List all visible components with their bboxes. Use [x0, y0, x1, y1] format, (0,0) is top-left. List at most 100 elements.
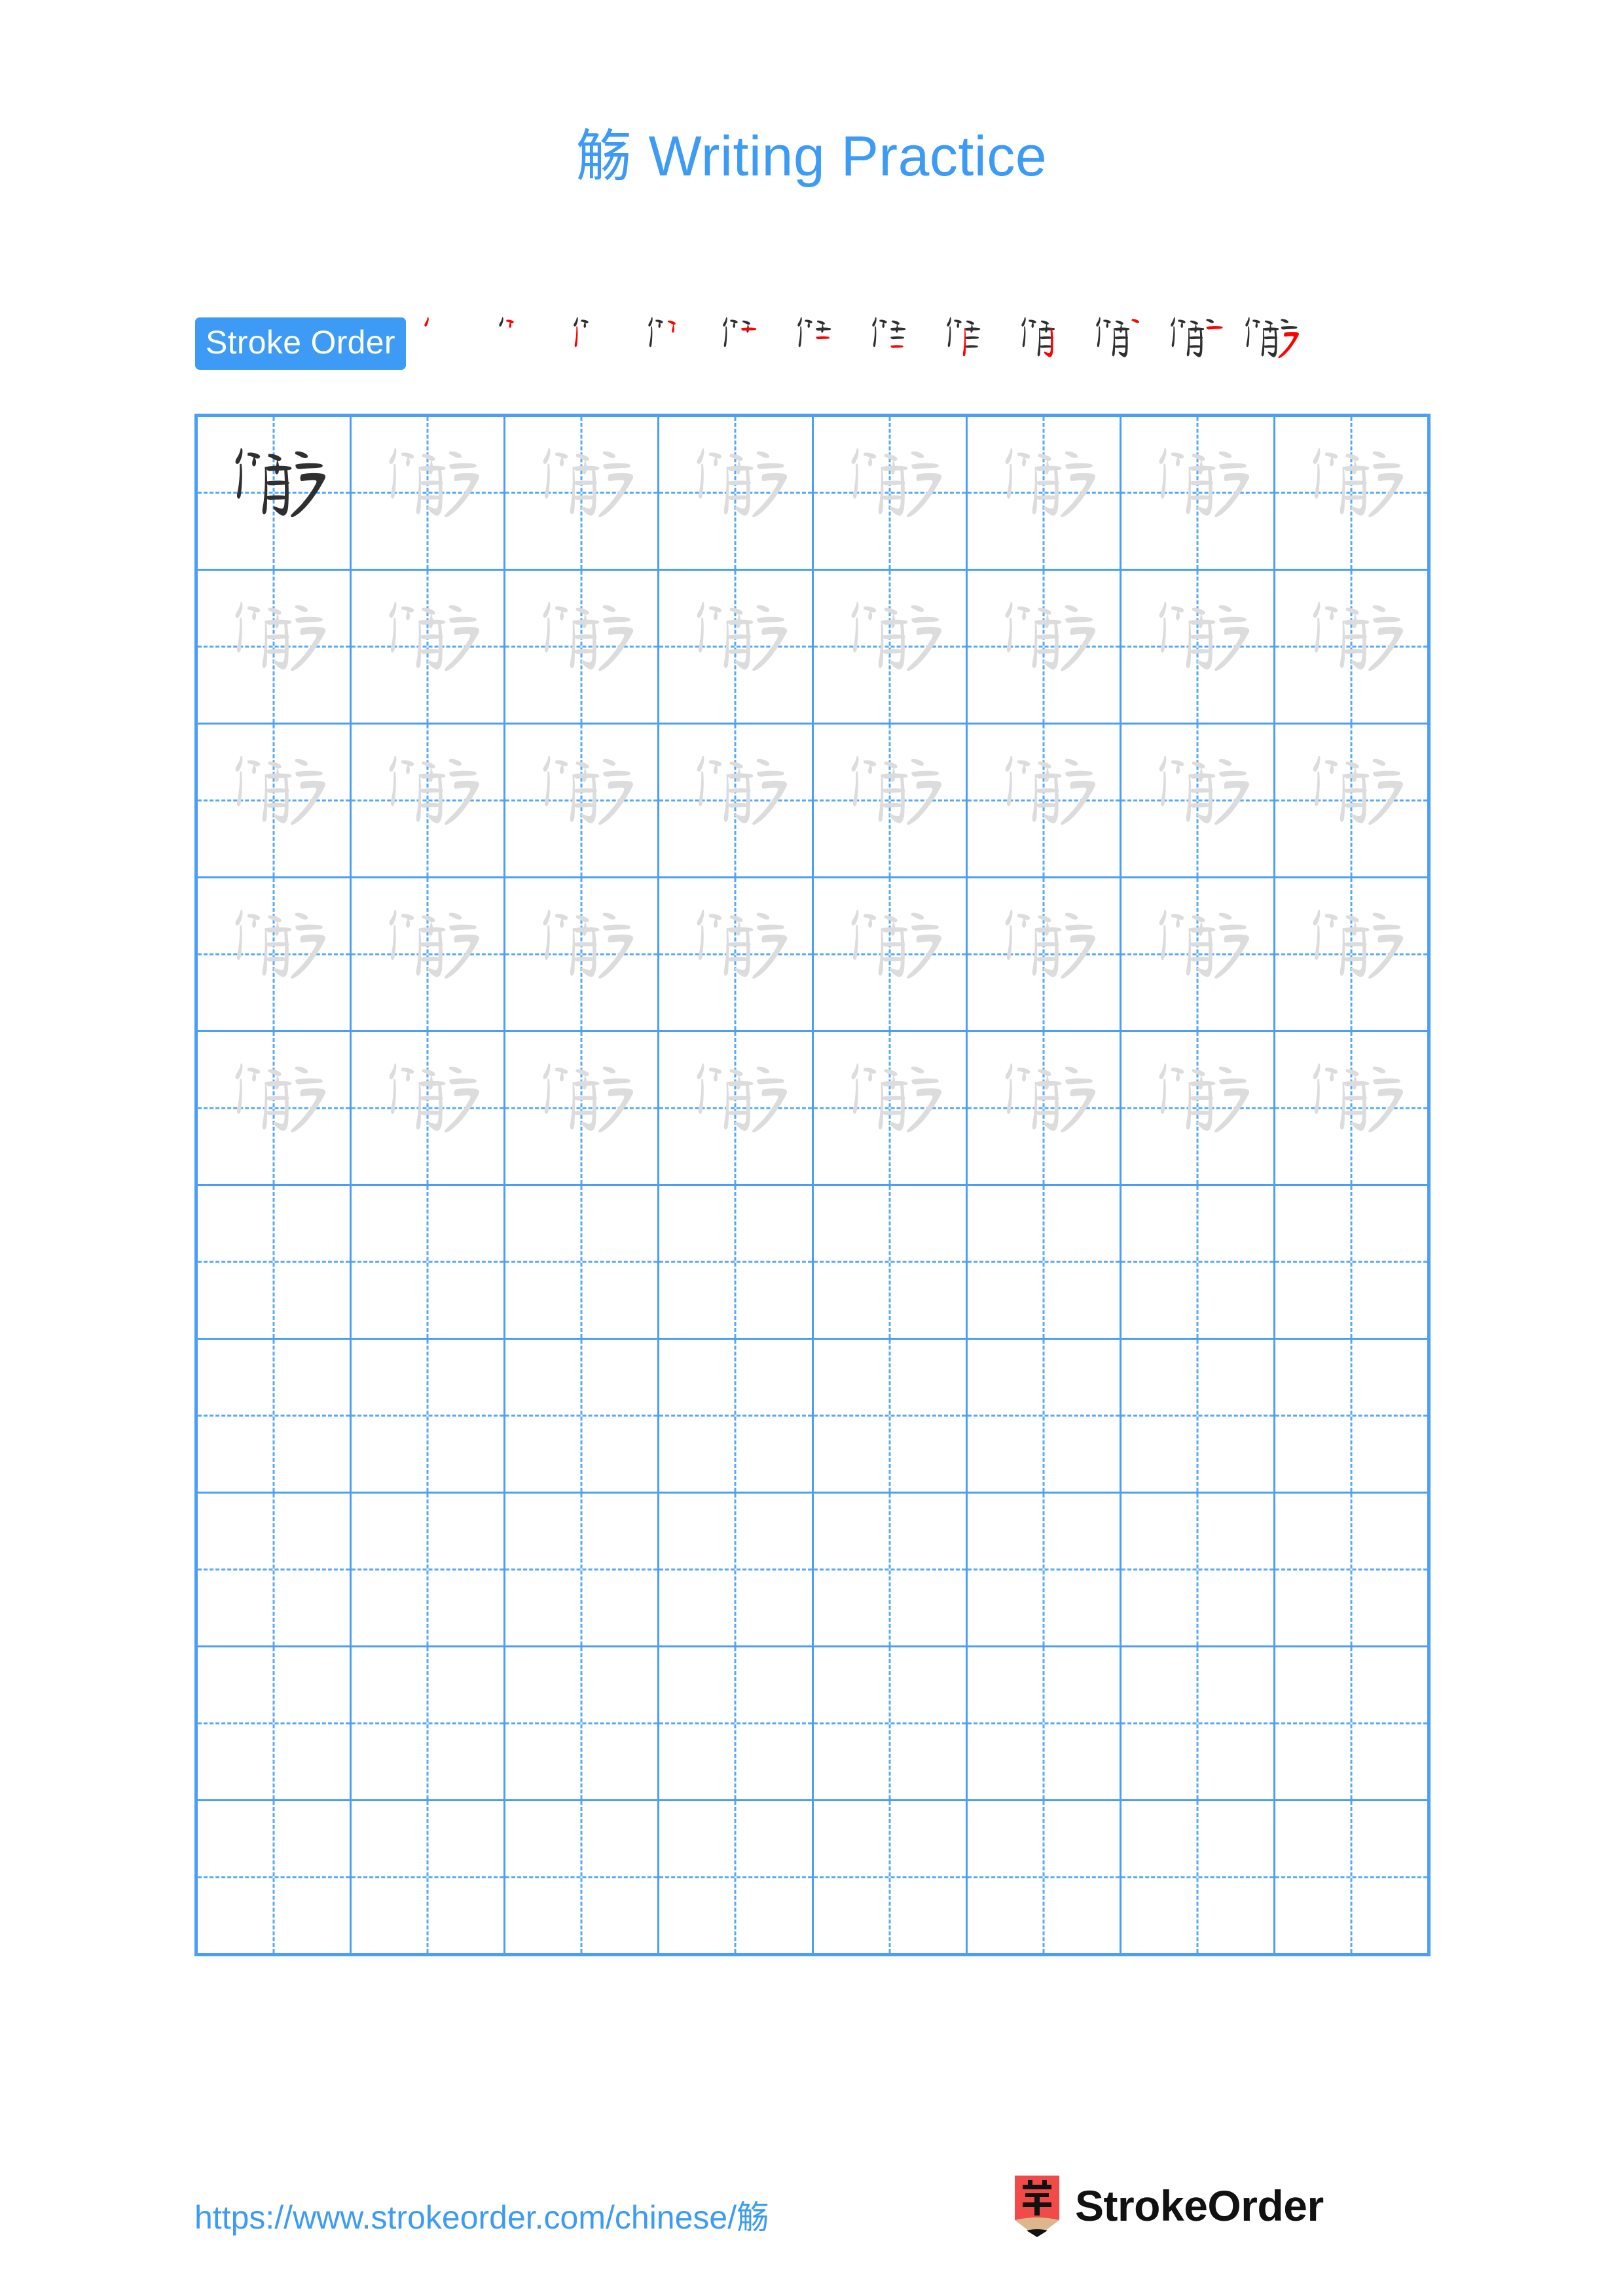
cell-horizontal-guide	[352, 1722, 504, 1725]
practice-cell-r7-c7[interactable]	[1121, 1340, 1275, 1492]
practice-cell-r6-c1[interactable]	[198, 1186, 352, 1338]
practice-cell-r5-c1[interactable]	[198, 1032, 352, 1184]
practice-cell-r3-c5[interactable]	[813, 725, 968, 876]
practice-cell-r1-c7[interactable]	[1121, 417, 1275, 569]
practice-cell-r9-c7[interactable]	[1121, 1647, 1275, 1799]
stroke-order-step-2	[484, 305, 559, 382]
practice-cell-r5-c3[interactable]	[505, 1032, 660, 1184]
practice-cell-r10-c6[interactable]	[967, 1801, 1122, 1953]
practice-cell-r8-c2[interactable]	[352, 1494, 506, 1645]
practice-cell-r8-c4[interactable]	[659, 1494, 814, 1645]
practice-cell-r3-c6[interactable]	[967, 725, 1122, 876]
trace-character	[659, 878, 811, 1030]
practice-cell-r7-c1[interactable]	[198, 1340, 352, 1492]
practice-cell-r6-c7[interactable]	[1121, 1186, 1275, 1338]
practice-cell-r2-c8[interactable]	[1275, 571, 1427, 723]
practice-cell-r1-c8[interactable]	[1275, 417, 1427, 569]
practice-cell-r8-c7[interactable]	[1121, 1494, 1275, 1645]
practice-cell-r2-c3[interactable]	[505, 571, 660, 723]
practice-cell-r5-c5[interactable]	[813, 1032, 968, 1184]
practice-cell-r10-c3[interactable]	[505, 1801, 660, 1953]
cell-horizontal-guide	[967, 1568, 1120, 1571]
practice-cell-r7-c8[interactable]	[1275, 1340, 1427, 1492]
practice-cell-r9-c1[interactable]	[198, 1647, 352, 1799]
practice-cell-r1-c3[interactable]	[505, 417, 660, 569]
practice-cell-r2-c2[interactable]	[352, 571, 506, 723]
practice-cell-r4-c6[interactable]	[967, 878, 1122, 1030]
practice-cell-r3-c7[interactable]	[1121, 725, 1275, 876]
practice-cell-r7-c5[interactable]	[813, 1340, 968, 1492]
trace-character	[505, 1032, 657, 1184]
stroke-order-step-11	[1156, 305, 1231, 382]
practice-cell-r4-c5[interactable]	[813, 878, 968, 1030]
practice-cell-r8-c6[interactable]	[967, 1494, 1122, 1645]
trace-character	[1122, 417, 1273, 569]
practice-cell-r8-c5[interactable]	[813, 1494, 968, 1645]
cell-horizontal-guide	[967, 1414, 1120, 1417]
practice-cell-r6-c6[interactable]	[967, 1186, 1122, 1338]
practice-cell-r4-c8[interactable]	[1275, 878, 1427, 1030]
practice-cell-r4-c3[interactable]	[505, 878, 660, 1030]
practice-cell-r6-c4[interactable]	[659, 1186, 814, 1338]
practice-cell-r1-c4[interactable]	[659, 417, 814, 569]
trace-character	[505, 417, 657, 569]
practice-cell-r8-c1[interactable]	[198, 1494, 352, 1645]
practice-cell-r10-c8[interactable]	[1275, 1801, 1427, 1953]
practice-cell-r6-c3[interactable]	[505, 1186, 660, 1338]
cell-horizontal-guide	[198, 1568, 350, 1571]
cell-horizontal-guide	[352, 1414, 504, 1417]
trace-character	[505, 571, 657, 723]
practice-cell-r4-c7[interactable]	[1121, 878, 1275, 1030]
practice-cell-r10-c4[interactable]	[659, 1801, 814, 1953]
practice-cell-r4-c2[interactable]	[352, 878, 506, 1030]
trace-character	[968, 878, 1120, 1030]
practice-cell-r10-c1[interactable]	[198, 1801, 352, 1953]
practice-cell-r9-c5[interactable]	[813, 1647, 968, 1799]
practice-cell-r3-c8[interactable]	[1275, 725, 1427, 876]
practice-cell-r3-c4[interactable]	[659, 725, 814, 876]
practice-cell-r1-c6[interactable]	[967, 417, 1122, 569]
practice-cell-r1-c1[interactable]	[198, 417, 352, 569]
practice-cell-r9-c3[interactable]	[505, 1647, 660, 1799]
practice-cell-r9-c2[interactable]	[352, 1647, 506, 1799]
practice-cell-r10-c2[interactable]	[352, 1801, 506, 1953]
practice-cell-r5-c2[interactable]	[352, 1032, 506, 1184]
practice-cell-r2-c5[interactable]	[813, 571, 968, 723]
trace-character	[1275, 571, 1427, 723]
practice-cell-r6-c8[interactable]	[1275, 1186, 1427, 1338]
practice-cell-r10-c7[interactable]	[1121, 1801, 1275, 1953]
practice-cell-r5-c4[interactable]	[659, 1032, 814, 1184]
practice-cell-r7-c4[interactable]	[659, 1340, 814, 1492]
cell-horizontal-guide	[813, 1414, 966, 1417]
practice-cell-r7-c6[interactable]	[967, 1340, 1122, 1492]
practice-cell-r5-c7[interactable]	[1121, 1032, 1275, 1184]
practice-cell-r8-c3[interactable]	[505, 1494, 660, 1645]
practice-cell-r3-c2[interactable]	[352, 725, 506, 876]
practice-cell-r6-c2[interactable]	[352, 1186, 506, 1338]
practice-cell-r3-c1[interactable]	[198, 725, 352, 876]
practice-cell-r2-c7[interactable]	[1121, 571, 1275, 723]
cell-horizontal-guide	[813, 1261, 966, 1263]
practice-cell-r6-c5[interactable]	[813, 1186, 968, 1338]
practice-cell-r10-c5[interactable]	[813, 1801, 968, 1953]
practice-cell-r3-c3[interactable]	[505, 725, 660, 876]
brand-logo[interactable]: StrokeOrder	[1013, 2174, 1324, 2237]
practice-cell-r1-c2[interactable]	[352, 417, 506, 569]
practice-cell-r9-c4[interactable]	[659, 1647, 814, 1799]
cell-horizontal-guide	[198, 1414, 350, 1417]
practice-cell-r2-c1[interactable]	[198, 571, 352, 723]
practice-cell-r9-c8[interactable]	[1275, 1647, 1427, 1799]
practice-cell-r4-c1[interactable]	[198, 878, 352, 1030]
practice-cell-r7-c3[interactable]	[505, 1340, 660, 1492]
practice-cell-r9-c6[interactable]	[967, 1647, 1122, 1799]
practice-cell-r2-c6[interactable]	[967, 571, 1122, 723]
practice-cell-r1-c5[interactable]	[813, 417, 968, 569]
trace-character	[659, 417, 811, 569]
practice-cell-r5-c8[interactable]	[1275, 1032, 1427, 1184]
practice-cell-r4-c4[interactable]	[659, 878, 814, 1030]
practice-cell-r2-c4[interactable]	[659, 571, 814, 723]
footer-url[interactable]: https://www.strokeorder.com/chinese/觞	[194, 2191, 769, 2238]
practice-cell-r5-c6[interactable]	[967, 1032, 1122, 1184]
practice-cell-r8-c8[interactable]	[1275, 1494, 1427, 1645]
practice-cell-r7-c2[interactable]	[352, 1340, 506, 1492]
